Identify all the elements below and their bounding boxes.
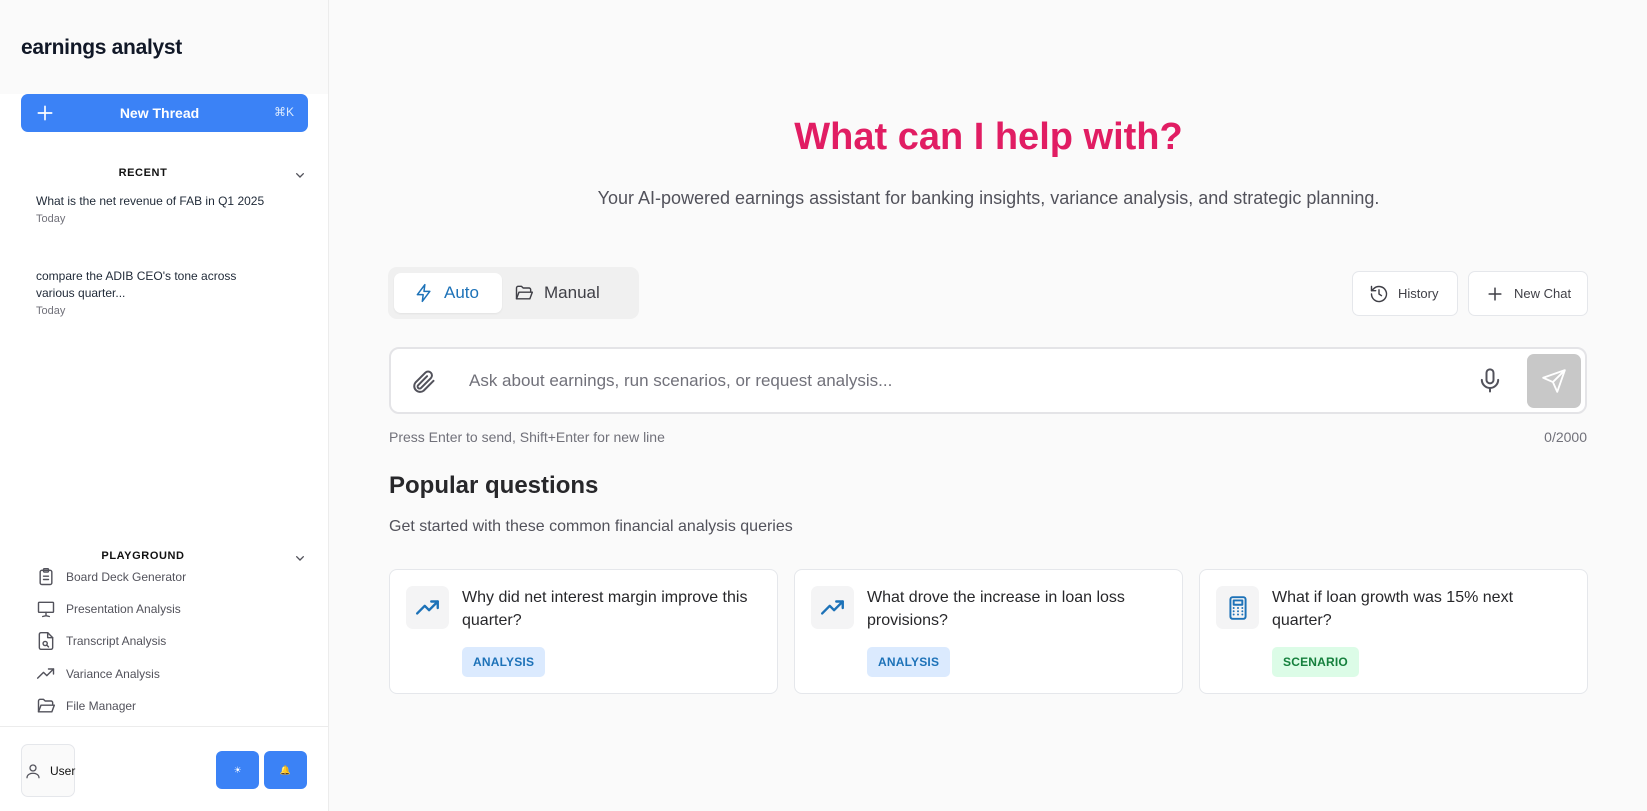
history-label: History — [1398, 286, 1439, 301]
card-question: What if loan growth was 15% next quarter… — [1272, 589, 1514, 629]
input-hint: Press Enter to send, Shift+Enter for new… — [389, 429, 665, 445]
auto-mode-button[interactable]: Auto — [394, 273, 502, 313]
card-tag: SCENARIO — [1272, 647, 1359, 677]
chat-composer — [389, 347, 1587, 414]
trending-up-icon — [820, 599, 844, 615]
card-tag: ANALYSIS — [462, 647, 546, 677]
card-icon-box — [1216, 586, 1259, 629]
sidebar-item-label: File Manager — [66, 699, 137, 713]
calculator-icon — [1228, 595, 1247, 620]
card-icon-box — [406, 586, 449, 629]
user-area: User ☀ 🔔 — [0, 726, 329, 811]
clipboard-icon — [39, 567, 53, 586]
main-content: What can I help with? Your AI-powered ea… — [330, 0, 1647, 811]
app-title: earnings analyst — [21, 36, 182, 59]
new-thread-label: New Thread — [119, 105, 200, 121]
sidebar-item-label: Transcript Analysis — [66, 634, 167, 648]
recent-section-header[interactable]: RECENT — [21, 167, 308, 183]
brand-header: earnings analyst — [0, 0, 328, 94]
sidebar-item-presentation-analysis[interactable]: Presentation Analysis — [36, 597, 181, 621]
page-subtitle: Your AI-powered earnings assistant for b… — [597, 188, 1380, 208]
card-question: What drove the increase in loan loss pro… — [867, 589, 1125, 629]
page-title: What can I help with? — [794, 116, 1183, 158]
plus-icon — [37, 105, 53, 121]
send-icon — [1542, 369, 1566, 393]
popular-questions-title: Popular questions — [389, 472, 599, 499]
new-chat-button[interactable]: New Chat — [1468, 271, 1588, 316]
question-card[interactable]: Why did net interest margin improve this… — [389, 569, 778, 694]
theme-toggle-button[interactable]: ☀ — [216, 751, 259, 789]
popular-questions-subtitle: Get started with these common financial … — [389, 518, 793, 535]
recent-item[interactable]: What is the net revenue of FAB in Q1 202… — [36, 193, 266, 225]
recent-item[interactable]: compare the ADIB CEO's tone across vario… — [36, 268, 266, 317]
card-question: Why did net interest margin improve this… — [462, 589, 748, 629]
history-button[interactable]: History — [1352, 271, 1458, 316]
sidebar-item-variance-analysis[interactable]: Variance Analysis — [36, 662, 160, 686]
user-name: User — [50, 764, 76, 778]
playground-section-header[interactable]: PLAYGROUND — [21, 550, 308, 566]
sidebar-item-label: Variance Analysis — [66, 667, 160, 681]
recent-item-question: compare the ADIB CEO's tone across vario… — [36, 269, 237, 300]
chat-input[interactable] — [469, 365, 1469, 397]
file-search-icon — [38, 631, 54, 651]
question-card[interactable]: What drove the increase in loan loss pro… — [794, 569, 1183, 694]
recent-item-question: What is the net revenue of FAB in Q1 202… — [36, 194, 265, 208]
trending-up-icon — [36, 668, 55, 679]
mode-toggle: Auto Manual — [388, 267, 639, 319]
manual-mode-label: Manual — [544, 283, 600, 302]
paperclip-icon[interactable] — [409, 368, 437, 396]
history-icon — [1370, 285, 1388, 302]
sidebar-item-label: Board Deck Generator — [66, 570, 187, 584]
question-card[interactable]: What if loan growth was 15% next quarter… — [1199, 569, 1588, 694]
notifications-button[interactable]: 🔔 — [264, 751, 307, 789]
new-chat-label: New Chat — [1514, 286, 1572, 301]
sidebar-item-board-deck-generator[interactable]: Board Deck Generator — [36, 565, 186, 589]
send-button[interactable] — [1527, 354, 1581, 408]
presentation-icon — [37, 601, 55, 618]
lightning-icon — [416, 283, 431, 303]
chevron-down-icon[interactable] — [292, 550, 308, 566]
sidebar-item-file-manager[interactable]: File Manager — [36, 694, 136, 718]
user-menu[interactable]: User — [21, 744, 75, 797]
sidebar: earnings analyst New Thread ⌘K RECENT Wh… — [0, 0, 329, 811]
folder-open-icon — [37, 698, 56, 713]
recent-title: RECENT — [118, 167, 168, 179]
shortcut-hint: ⌘K — [273, 105, 294, 119]
trending-up-icon — [415, 599, 439, 615]
microphone-icon[interactable] — [1476, 367, 1504, 395]
auto-mode-label: Auto — [444, 283, 479, 302]
recent-item-date: Today — [36, 305, 66, 317]
card-tag: ANALYSIS — [867, 647, 951, 677]
sidebar-item-transcript-analysis[interactable]: Transcript Analysis — [36, 629, 166, 653]
playground-title: PLAYGROUND — [101, 550, 185, 562]
new-thread-button[interactable]: New Thread ⌘K — [21, 94, 308, 132]
manual-mode-button[interactable]: Manual — [514, 273, 632, 313]
folder-open-icon — [515, 285, 534, 300]
chevron-down-icon[interactable] — [292, 167, 308, 183]
plus-icon — [1488, 286, 1502, 301]
sidebar-item-label: Presentation Analysis — [66, 602, 181, 616]
card-icon-box — [811, 586, 854, 629]
user-icon — [26, 764, 40, 779]
character-counter: 0/2000 — [1544, 429, 1587, 445]
recent-item-date: Today — [36, 213, 66, 225]
